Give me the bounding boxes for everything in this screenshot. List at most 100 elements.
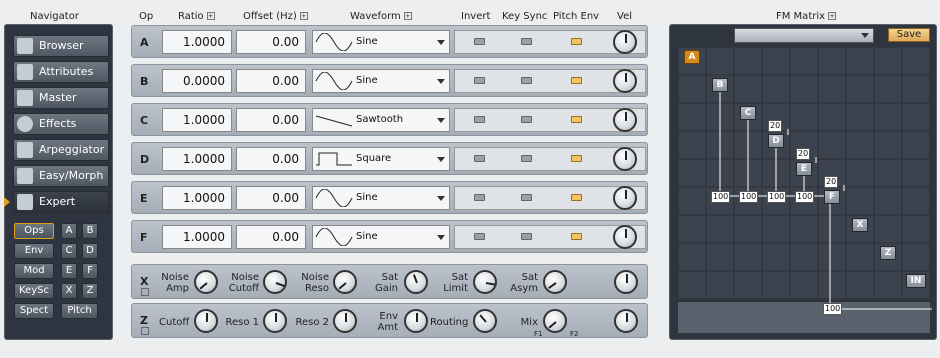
offset-field[interactable]: 0.00 <box>236 108 306 132</box>
nav-attributes[interactable]: Attributes <box>13 61 109 83</box>
header-waveform-plus[interactable]: + <box>403 12 412 20</box>
keysync-toggle[interactable] <box>521 77 532 84</box>
sub-z[interactable]: Z <box>82 283 98 299</box>
fm-amount-c[interactable]: 100 <box>739 191 759 203</box>
sub-a[interactable]: A <box>61 223 77 239</box>
waveform-select[interactable]: Sawtooth <box>312 108 450 132</box>
header-ratio-plus[interactable]: + <box>206 12 215 20</box>
sub-c[interactable]: C <box>61 243 77 259</box>
pitchenv-toggle[interactable] <box>571 194 582 201</box>
sub-f[interactable]: F <box>82 263 98 279</box>
z-vel-knob[interactable] <box>614 309 638 333</box>
pitchenv-toggle[interactable] <box>571 38 582 45</box>
vel-knob-e[interactable] <box>613 186 637 210</box>
fm-op-in[interactable]: IN <box>906 274 926 288</box>
nav-arpeggiator[interactable]: Arpeggiator <box>13 139 109 161</box>
nav-easy-morph[interactable]: Easy/Morph <box>13 165 109 187</box>
sub-pitch[interactable]: Pitch <box>61 303 98 319</box>
invert-toggle[interactable] <box>474 233 485 240</box>
fm-amount-e[interactable]: 100 <box>795 191 815 203</box>
x-vel-knob[interactable] <box>614 270 638 294</box>
fm-op-c[interactable]: C <box>740 106 756 120</box>
fm-op-x[interactable]: X <box>852 218 868 232</box>
noise-amp-knob[interactable] <box>194 270 218 294</box>
header-offset-plus[interactable]: + <box>299 12 308 20</box>
keysync-toggle[interactable] <box>521 194 532 201</box>
sub-ops[interactable]: Ops <box>14 223 54 239</box>
fm-feedback-f[interactable]: 20 <box>824 176 839 188</box>
ratio-field[interactable]: 1.0000 <box>162 30 232 54</box>
fm-feedback-e[interactable]: 20 <box>796 148 811 160</box>
sub-mod[interactable]: Mod <box>14 263 54 279</box>
fm-matrix-plus[interactable]: + <box>828 12 837 20</box>
invert-toggle[interactable] <box>474 155 485 162</box>
nav-browser[interactable]: Browser <box>13 35 109 57</box>
keysync-toggle[interactable] <box>521 233 532 240</box>
fm-op-f[interactable]: F <box>824 190 840 204</box>
routing-knob[interactable] <box>473 309 497 333</box>
vel-knob-b[interactable] <box>613 69 637 93</box>
env-amt-knob[interactable] <box>404 309 428 333</box>
nav-master[interactable]: Master <box>13 87 109 109</box>
vel-knob-d[interactable] <box>613 147 637 171</box>
invert-toggle[interactable] <box>474 116 485 123</box>
fm-feedback-d[interactable]: 20 <box>768 120 783 132</box>
invert-toggle[interactable] <box>474 38 485 45</box>
waveform-select[interactable]: Sine <box>312 30 450 54</box>
fm-op-a[interactable]: A <box>684 50 700 64</box>
waveform-select[interactable]: Sine <box>312 186 450 210</box>
nav-effects[interactable]: Effects <box>13 113 109 135</box>
fm-amount-d[interactable]: 100 <box>767 191 787 203</box>
sub-d[interactable]: D <box>82 243 98 259</box>
waveform-select[interactable]: Sine <box>312 69 450 93</box>
reso1-knob[interactable] <box>263 309 287 333</box>
sub-e[interactable]: E <box>61 263 77 279</box>
sub-b[interactable]: B <box>82 223 98 239</box>
fm-amount-b[interactable]: 100 <box>711 191 731 203</box>
reso2-knob[interactable] <box>333 309 357 333</box>
ratio-field[interactable]: 1.0000 <box>162 186 232 210</box>
pitchenv-toggle[interactable] <box>571 233 582 240</box>
ratio-field[interactable]: 1.0000 <box>162 225 232 249</box>
fm-op-b[interactable]: B <box>712 78 728 92</box>
ratio-field[interactable]: 1.0000 <box>162 147 232 171</box>
invert-toggle[interactable] <box>474 77 485 84</box>
sub-x[interactable]: X <box>61 283 77 299</box>
offset-field[interactable]: 0.00 <box>236 186 306 210</box>
sat-asym-knob[interactable] <box>543 270 567 294</box>
pitchenv-toggle[interactable] <box>571 116 582 123</box>
ratio-field[interactable]: 0.0000 <box>162 69 232 93</box>
offset-field[interactable]: 0.00 <box>236 147 306 171</box>
mix-knob[interactable] <box>543 309 567 333</box>
offset-field[interactable]: 0.00 <box>236 30 306 54</box>
fm-op-e[interactable]: E <box>796 162 812 176</box>
x-expand-icon[interactable] <box>141 288 149 296</box>
cutoff-knob[interactable] <box>194 309 218 333</box>
fm-op-d[interactable]: D <box>768 134 784 148</box>
vel-knob-a[interactable] <box>613 30 637 54</box>
sub-env[interactable]: Env <box>14 243 54 259</box>
fm-output-f[interactable]: 100 <box>823 303 843 315</box>
offset-field[interactable]: 0.00 <box>236 225 306 249</box>
fm-op-z[interactable]: Z <box>880 246 896 260</box>
pitchenv-toggle[interactable] <box>571 155 582 162</box>
sub-keysc[interactable]: KeySc <box>14 283 54 299</box>
invert-toggle[interactable] <box>474 194 485 201</box>
waveform-select[interactable]: Sine <box>312 225 450 249</box>
keysync-toggle[interactable] <box>521 116 532 123</box>
ratio-field[interactable]: 1.0000 <box>162 108 232 132</box>
waveform-select[interactable]: Square <box>312 147 450 171</box>
noise-reso-knob[interactable] <box>333 270 357 294</box>
noise-cutoff-knob[interactable] <box>263 270 287 294</box>
nav-expert[interactable]: Expert <box>13 191 109 213</box>
keysync-toggle[interactable] <box>521 155 532 162</box>
z-expand-icon[interactable] <box>141 327 149 335</box>
sub-spect[interactable]: Spect <box>14 303 54 319</box>
pitchenv-toggle[interactable] <box>571 77 582 84</box>
sat-limit-knob[interactable] <box>473 270 497 294</box>
keysync-toggle[interactable] <box>521 38 532 45</box>
offset-field[interactable]: 0.00 <box>236 69 306 93</box>
sat-gain-knob[interactable] <box>404 270 428 294</box>
vel-knob-f[interactable] <box>613 225 637 249</box>
vel-knob-c[interactable] <box>613 108 637 132</box>
